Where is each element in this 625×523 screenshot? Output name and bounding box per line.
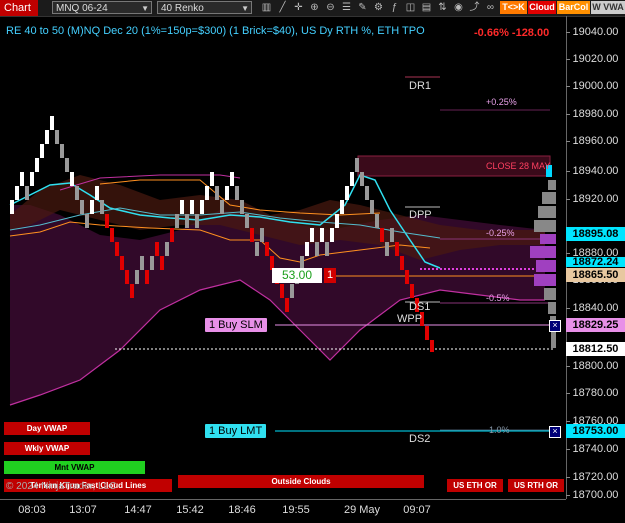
zoom-in-icon[interactable]: ⊕ xyxy=(308,1,321,14)
chart-title: RE 40 to 50 (M)NQ Dec 20 (1%=150p=$300) … xyxy=(6,25,425,37)
x-tick: 18:46 xyxy=(228,504,256,516)
x-tick: 09:07 xyxy=(403,504,431,516)
x-tick: 15:42 xyxy=(176,504,204,516)
tenkan-kijun-toggle-button[interactable]: T<>K xyxy=(500,1,527,14)
y-tick: 19020.00 xyxy=(566,53,625,65)
wpp-label: WPP xyxy=(397,313,423,325)
price-badge-buy-slm: 18829.25 xyxy=(566,318,625,332)
y-tick: 19040.00 xyxy=(566,26,625,38)
minus-50-pct-label: -0.5% xyxy=(486,293,510,303)
ds1-label: DS1 xyxy=(409,301,431,313)
y-tick: 18840.00 xyxy=(566,302,625,314)
strategies-icon[interactable]: ⚙ xyxy=(372,1,385,14)
price-badge-position: 18865.50 xyxy=(566,268,625,282)
ds2-label: DS2 xyxy=(409,433,431,445)
x-tick: 19:55 xyxy=(282,504,310,516)
y-tick: 18700.00 xyxy=(566,489,625,501)
dr1-label: DR1 xyxy=(409,80,432,92)
y-tick: 18720.00 xyxy=(566,471,625,483)
y-tick: 18800.00 xyxy=(566,360,625,372)
snapshot-icon[interactable]: ◉ xyxy=(452,1,465,14)
price-badge-buy-lmt: 18753.00 xyxy=(566,424,625,438)
copyright-text: © 2024 NinjaTrader, LLC xyxy=(6,481,117,492)
price-badge-kijun: 18872.24 xyxy=(566,257,625,267)
cloud-toggle-button[interactable]: Cloud xyxy=(528,1,556,14)
chart-style-icon[interactable]: ▥ xyxy=(260,1,273,14)
instrument-value: MNQ 06-24 xyxy=(56,3,108,14)
chart-trader-icon[interactable]: ⇅ xyxy=(436,1,449,14)
properties-icon[interactable]: ☰ xyxy=(340,1,353,14)
position-quantity-tag[interactable]: 1 xyxy=(324,268,336,283)
y-tick: 18740.00 xyxy=(566,443,625,455)
buy-lmt-order-tag[interactable]: 1 Buy LMT xyxy=(205,424,267,438)
indicators-icon[interactable]: ƒ xyxy=(388,1,401,14)
us-eth-or-button[interactable]: US ETH OR xyxy=(447,479,503,492)
time-axis-line xyxy=(0,499,566,500)
chevron-down-icon: ▼ xyxy=(141,4,149,13)
x-tick: 13:07 xyxy=(69,504,97,516)
us-rth-or-button[interactable]: US RTH OR xyxy=(508,479,564,492)
x-tick: 14:47 xyxy=(124,504,152,516)
pnl-readout: -0.66% -128.00 xyxy=(474,27,550,39)
x-tick: 08:03 xyxy=(18,504,46,516)
mnt-vwap-button[interactable]: Mnt VWAP xyxy=(4,461,145,474)
link-icon[interactable]: ∞ xyxy=(484,1,497,14)
drawing-tools-icon[interactable]: ✎ xyxy=(356,1,369,14)
draw-line-icon[interactable]: ╱ xyxy=(276,1,289,14)
y-tick: 18980.00 xyxy=(566,108,625,120)
day-vwap-button[interactable]: Day VWAP xyxy=(4,422,90,435)
crosshair-icon[interactable]: ✛ xyxy=(292,1,305,14)
share-icon[interactable]: ⤴ xyxy=(468,1,481,14)
instrument-selector[interactable]: MNQ 06-24 ▼ xyxy=(52,1,152,14)
y-tick: 18780.00 xyxy=(566,387,625,399)
close-28-may-label: CLOSE 28 MAY xyxy=(486,161,551,171)
y-tick: 19000.00 xyxy=(566,80,625,92)
bar-type-value: 40 Renko xyxy=(161,3,204,14)
cancel-buy-slm-icon[interactable]: × xyxy=(549,320,561,332)
y-tick: 18960.00 xyxy=(566,135,625,147)
dpp-label: DPP xyxy=(409,209,432,221)
chevron-down-icon: ▼ xyxy=(241,4,249,13)
one-pct-label: 1.0% xyxy=(489,425,510,435)
x-tick: 29 May xyxy=(343,504,381,516)
plus-25-pct-label: +0.25% xyxy=(486,97,517,107)
barcolor-toggle-button[interactable]: BarCol xyxy=(557,1,590,14)
price-badge-last: 18812.50 xyxy=(566,342,625,356)
buy-slm-order-tag[interactable]: 1 Buy SLM xyxy=(205,318,267,332)
bar-type-selector[interactable]: 40 Renko ▼ xyxy=(157,1,252,14)
chart-tab[interactable]: Chart xyxy=(0,0,38,16)
minus-25-pct-label: -0.25% xyxy=(486,228,515,238)
price-badge-tenkan: 18895.08 xyxy=(566,227,625,241)
templates-icon[interactable]: ◫ xyxy=(404,1,417,14)
position-avg-price-tag[interactable]: 53.00 xyxy=(272,268,322,283)
cancel-buy-lmt-icon[interactable]: × xyxy=(549,426,561,438)
y-tick: 18920.00 xyxy=(566,193,625,205)
outside-clouds-button[interactable]: Outside Clouds xyxy=(178,475,424,488)
zoom-out-icon[interactable]: ⊖ xyxy=(324,1,337,14)
data-box-icon[interactable]: ▤ xyxy=(420,1,433,14)
wkly-vwap-button[interactable]: Wkly VWAP xyxy=(4,442,90,455)
y-tick: 18940.00 xyxy=(566,165,625,177)
wvwap-toggle-button[interactable]: W VWA xyxy=(591,1,625,14)
